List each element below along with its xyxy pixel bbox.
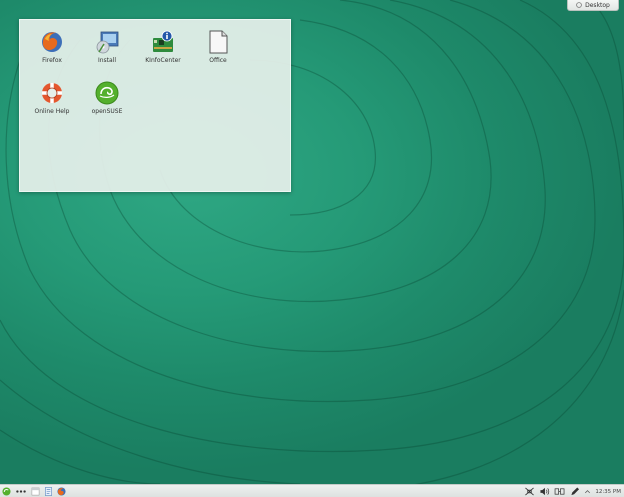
desktop-icon-opensuse[interactable]: openSUSE xyxy=(77,81,137,115)
file-manager-icon[interactable] xyxy=(31,487,40,496)
desktop-icon-firefox[interactable]: Firefox xyxy=(22,30,82,64)
volume-icon[interactable] xyxy=(539,487,550,496)
system-tray: 12:35 PM xyxy=(524,486,621,497)
taskbar-launchers xyxy=(2,486,66,497)
text-editor-icon[interactable] xyxy=(44,487,53,496)
firefox-icon xyxy=(42,32,62,52)
desktop-icon-online-help[interactable]: Online Help xyxy=(22,81,82,115)
firefox-icon[interactable] xyxy=(57,487,66,496)
install-icon xyxy=(96,31,119,54)
battery-icon[interactable] xyxy=(554,487,566,496)
kinfocenter-icon xyxy=(153,30,173,52)
desktop-icon-label: Office xyxy=(209,57,227,64)
desktop-icon-label: openSUSE xyxy=(91,108,123,115)
network-icon[interactable] xyxy=(524,487,535,496)
desktop-icon-office[interactable]: Office xyxy=(188,30,248,64)
folder-view-widget[interactable]: Firefox Install KInfoCenter Office Onlin… xyxy=(19,19,291,192)
office-document-icon xyxy=(209,30,228,54)
clock[interactable]: 12:35 PM xyxy=(595,489,621,495)
desktop-icon-label: Firefox xyxy=(42,57,62,64)
chevron-up-icon[interactable] xyxy=(584,487,591,496)
taskbar: 12:35 PM xyxy=(0,484,624,497)
opensuse-logo-icon xyxy=(95,81,119,105)
desktop-toolbox-icon xyxy=(576,2,582,8)
desktop-icon-label: Install xyxy=(97,57,117,64)
desktop-icon-kinfocenter[interactable]: KInfoCenter xyxy=(133,30,193,64)
lifebuoy-icon xyxy=(42,83,62,103)
more-dots-icon[interactable] xyxy=(15,487,27,496)
desktop-toolbox-button[interactable]: Desktop xyxy=(567,0,619,11)
desktop-icon-label: Online Help xyxy=(34,108,70,115)
pen-icon[interactable] xyxy=(570,487,580,496)
application-menu-icon[interactable] xyxy=(2,487,11,496)
desktop-icon-install[interactable]: Install xyxy=(77,30,137,64)
desktop-toolbox-label: Desktop xyxy=(585,1,610,9)
desktop-icon-label: KInfoCenter xyxy=(145,57,181,64)
